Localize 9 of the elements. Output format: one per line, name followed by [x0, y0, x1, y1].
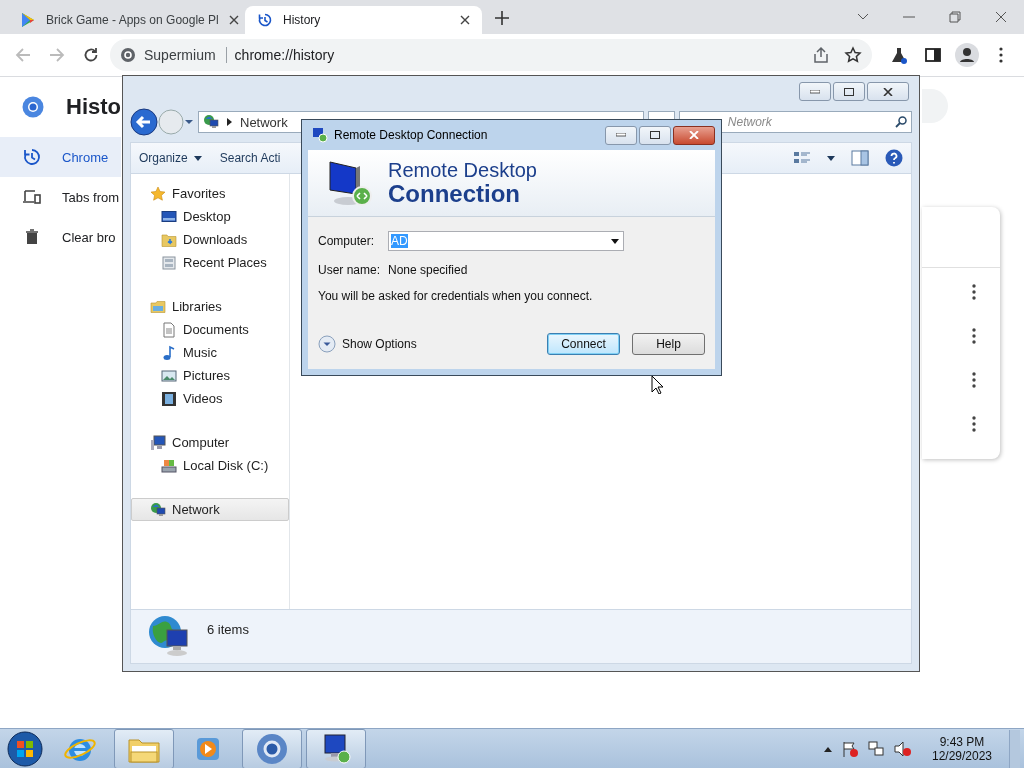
field-value: None specified [388, 263, 468, 277]
field-label: Computer: [318, 234, 376, 248]
field-label: User name: [318, 263, 382, 277]
item-count: 6 items [207, 622, 249, 637]
window-title: Remote Desktop Connection [334, 128, 488, 142]
page-title: Histo [66, 94, 121, 120]
heading: Connection [388, 182, 520, 206]
info-text: You will be asked for credentials when you connect. [318, 289, 594, 303]
heading: Remote Desktop [388, 160, 537, 180]
